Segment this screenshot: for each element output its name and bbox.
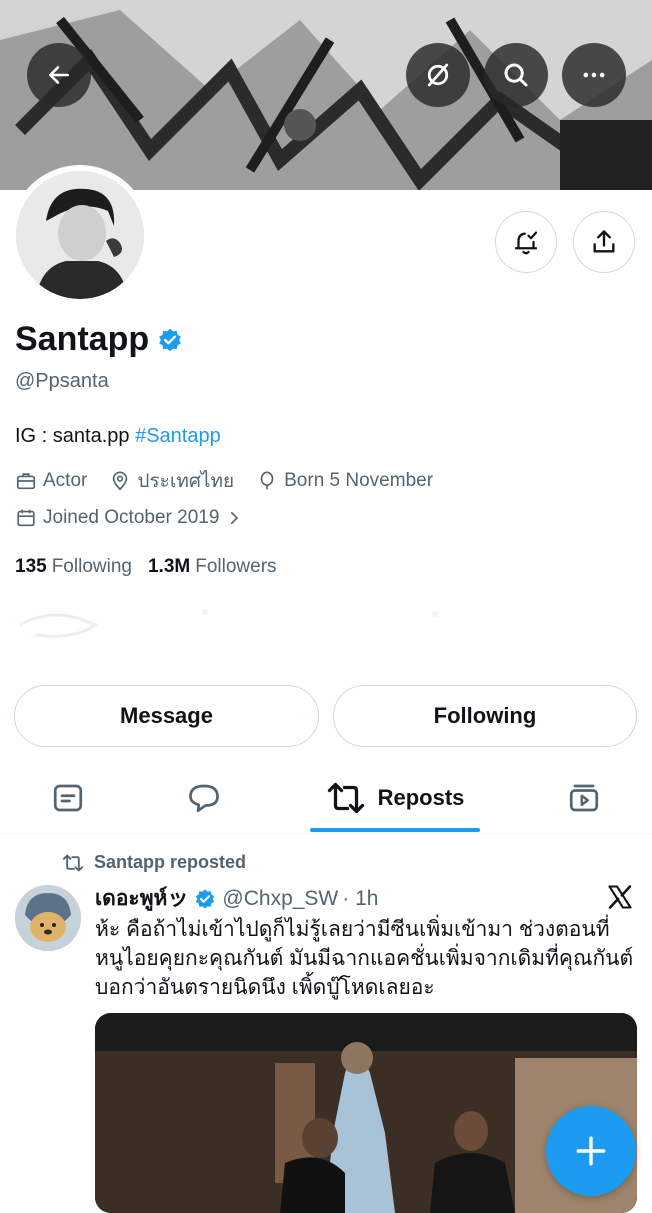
repost-context[interactable]: Santapp reposted: [62, 852, 246, 873]
more-button[interactable]: [562, 43, 626, 107]
follow-counts: 135 Following 1.3M Followers: [15, 556, 293, 578]
notifications-button[interactable]: [495, 211, 557, 273]
faded-content-strip: [19, 609, 438, 638]
more-horizontal-icon: [583, 72, 605, 78]
verified-badge-icon[interactable]: [157, 327, 183, 353]
post-time[interactable]: · 1h: [342, 887, 378, 911]
post-author-name[interactable]: เดอะพูห์ッ: [95, 882, 188, 915]
repost-icon: [327, 782, 364, 814]
chevron-right-icon: [231, 511, 239, 525]
calendar-icon: [17, 509, 35, 527]
following-count-link[interactable]: 135 Following: [15, 556, 132, 578]
following-label: Following: [51, 556, 132, 577]
profile-tabs: Reposts: [0, 765, 652, 834]
profile-meta-row: Actor ประเทศไทย Born 5 November: [15, 466, 455, 496]
tab-videos[interactable]: [536, 765, 632, 831]
tab-reposts[interactable]: Reposts: [310, 765, 480, 831]
profile-name-row: Santapp: [15, 320, 183, 359]
share-profile-button[interactable]: [573, 211, 635, 273]
search-button[interactable]: [484, 43, 548, 107]
birthday-item: Born 5 November: [256, 470, 433, 492]
joined-text: Joined October 2019: [43, 507, 220, 528]
location-text: ประเทศไทย: [137, 471, 235, 492]
joined-item[interactable]: Joined October 2019: [15, 507, 249, 529]
location-item: ประเทศไทย: [109, 466, 234, 496]
replies-icon: [189, 784, 219, 813]
followers-count: 1.3M: [147, 556, 191, 577]
profile-avatar[interactable]: [10, 165, 150, 305]
briefcase-icon: [16, 473, 36, 490]
post-text: ห้ะ คือถ้าไม่เข้าไปดูก็ไม่รู้เลยว่ามีซีน…: [95, 918, 634, 999]
post-author-avatar[interactable]: [15, 885, 81, 951]
following-button[interactable]: Following: [333, 685, 637, 747]
profile-bio: IG : santa.pp #Santapp: [15, 425, 221, 448]
post-author-handle[interactable]: @Chxp_SW: [222, 887, 338, 911]
search-icon: [504, 63, 528, 87]
post-header: เดอะพูห์ッ @Chxp_SW · 1h: [95, 882, 378, 915]
followers-label: Followers: [195, 556, 277, 577]
compose-fab-button[interactable]: [546, 1106, 636, 1196]
profile-name: Santapp: [15, 320, 150, 358]
bell-check-icon: [514, 231, 538, 255]
message-button[interactable]: Message: [14, 685, 319, 747]
repost-small-icon: [62, 854, 84, 871]
share-icon: [593, 230, 615, 253]
location-pin-icon: [113, 471, 128, 491]
post-video-thumbnail: [95, 1013, 637, 1213]
active-tab-indicator: [310, 828, 480, 832]
post-media[interactable]: [95, 1013, 637, 1213]
category-text: Actor: [43, 470, 88, 491]
profile-handle: @Ppsanta: [15, 370, 109, 392]
repost-label: Santapp reposted: [94, 852, 247, 872]
grok-button[interactable]: [406, 43, 470, 107]
joined-row[interactable]: Joined October 2019: [15, 507, 271, 529]
bio-hashtag-link[interactable]: #Santapp: [135, 425, 221, 447]
back-button[interactable]: [27, 43, 91, 107]
birthday-text: Born 5 November: [284, 470, 434, 491]
post-verified-badge-icon[interactable]: [194, 888, 216, 910]
profile-banner[interactable]: [0, 0, 652, 190]
balloon-icon: [260, 471, 274, 490]
bio-text: IG : santa.pp: [15, 425, 136, 447]
following-count: 135: [15, 556, 47, 577]
following-button-label: Following: [433, 703, 537, 728]
followers-count-link[interactable]: 1.3M Followers: [148, 556, 277, 578]
tab-reposts-label: Reposts: [377, 785, 465, 810]
avatar-image: [16, 171, 144, 299]
tab-posts[interactable]: [20, 765, 116, 831]
tab-replies[interactable]: [156, 765, 252, 831]
slashed-circle-icon: [427, 63, 449, 87]
plus-icon: [576, 1136, 606, 1166]
message-label: Message: [120, 703, 213, 728]
banner-image: [0, 0, 652, 190]
videos-icon: [569, 784, 599, 812]
category-item: Actor: [15, 470, 87, 492]
arrow-left-icon: [49, 66, 69, 84]
posts-icon: [53, 784, 83, 812]
x-logo-icon[interactable]: [606, 883, 634, 916]
